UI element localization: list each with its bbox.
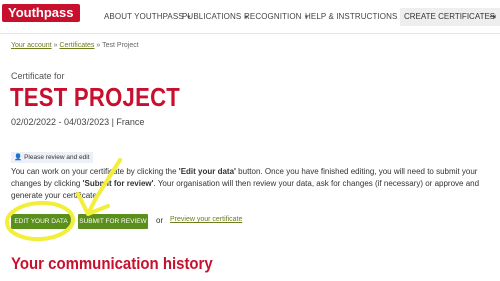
nav-item-label: ABOUT YOUTHPASS (104, 12, 184, 21)
certificate-meta: 02/02/2022 - 04/03/2023 | France (11, 117, 145, 127)
page-subtitle: Certificate for (11, 71, 65, 81)
instructions-text: You can work on your certificate by clic… (11, 166, 496, 202)
user-edit-icon: 👤 (14, 154, 23, 161)
or-text: or (156, 216, 164, 225)
instructions-part: You can work on your certificate by clic… (11, 167, 179, 176)
status-badge-label: Please review and edit (24, 154, 90, 161)
exit-icon: ⇥ (489, 12, 496, 21)
breadcrumb-certificates[interactable]: Certificates (59, 42, 94, 49)
nav-item-recognition[interactable]: RECOGNITION ▼ (244, 12, 310, 21)
breadcrumb: Your account » Certificates » Test Proje… (11, 42, 139, 49)
breadcrumb-separator: » (96, 42, 101, 49)
create-certificates-label: CREATE CERTIFICATES (404, 12, 496, 21)
breadcrumb-your-account[interactable]: Your account (11, 42, 52, 49)
breadcrumb-separator: » (53, 42, 58, 49)
status-badge: 👤 Please review and edit (11, 152, 93, 163)
instructions-submit-quote: 'Submit for review' (82, 179, 154, 188)
nav-item-label: RECOGNITION (244, 12, 302, 21)
instructions-edit-quote: 'Edit your data' (178, 167, 236, 176)
top-navbar: Youthpass ABOUT YOUTHPASS ▼ PUBLICATIONS ▼… (0, 0, 500, 34)
preview-certificate-link[interactable]: Preview your certificate (170, 216, 242, 223)
nav-item-about[interactable]: ABOUT YOUTHPASS ▼ (104, 12, 192, 21)
nav-item-publications[interactable]: PUBLICATIONS ▼ (182, 12, 249, 21)
page-title: TEST PROJECT (10, 82, 181, 112)
breadcrumb-current: Test Project (102, 42, 139, 49)
edit-your-data-button[interactable]: EDIT YOUR DATA (11, 214, 71, 229)
communication-history-title: Your communication history (11, 254, 213, 273)
nav-item-help[interactable]: HELP & INSTRUCTIONS▼ (305, 12, 405, 21)
create-certificates-button[interactable]: CREATE CERTIFICATES ⇥ (400, 8, 500, 26)
nav-item-label: PUBLICATIONS (182, 12, 242, 21)
nav-item-label: HELP & INSTRUCTIONS (305, 12, 398, 21)
youthpass-logo[interactable]: Youthpass (2, 4, 80, 22)
submit-for-review-button[interactable]: SUBMIT FOR REVIEW (78, 214, 148, 229)
